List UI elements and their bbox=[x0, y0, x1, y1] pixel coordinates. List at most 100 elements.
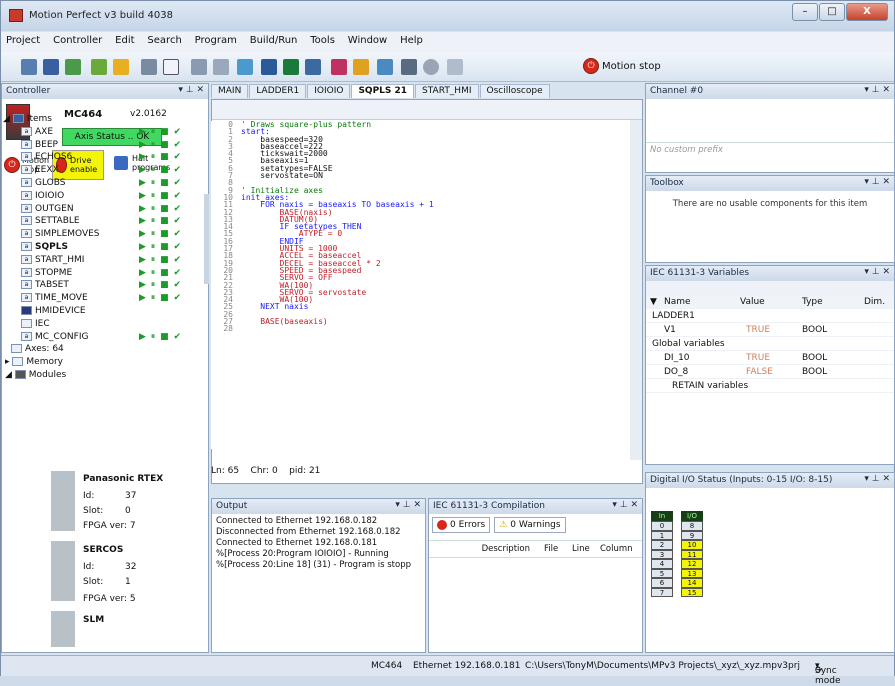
tree-program-item[interactable]: a ECHOS6 ▶ ⏸ ■ ✔ bbox=[3, 151, 199, 164]
tree-iec[interactable]: IEC bbox=[3, 318, 199, 331]
program-state-icons[interactable]: ▶ ⏸ ■ ✔ bbox=[139, 126, 182, 139]
pin-close-icons[interactable]: ▾ ⊥ ✕ bbox=[864, 267, 890, 277]
disconnect-icon[interactable] bbox=[91, 59, 107, 75]
program-state-icons[interactable]: ▶ ⏸ ■ ✔ bbox=[139, 228, 182, 241]
iec-vars-toolbar[interactable] bbox=[646, 281, 894, 295]
pin-close-icons[interactable]: ▾ ⊥ ✕ bbox=[395, 500, 421, 510]
tree-program-item[interactable]: a SIMPLEMOVES ▶ ⏸ ■ ✔ bbox=[3, 228, 199, 241]
tools-icon[interactable] bbox=[237, 59, 253, 75]
menu-edit[interactable]: Edit bbox=[110, 32, 139, 49]
tab-main[interactable]: MAIN bbox=[211, 84, 249, 98]
iec-var-row[interactable]: DO_8 FALSE BOOL bbox=[646, 365, 894, 379]
search-icon[interactable] bbox=[447, 59, 463, 75]
filter-icon[interactable]: ▼ bbox=[650, 295, 657, 309]
col-type[interactable]: Type bbox=[802, 295, 823, 309]
channel-input[interactable]: No custom prefix bbox=[646, 142, 894, 156]
col-name[interactable]: Name bbox=[664, 295, 691, 309]
tree-program-item[interactable]: a START_HMI ▶ ⏸ ■ ✔ bbox=[3, 254, 199, 267]
analog-icon[interactable] bbox=[213, 59, 229, 75]
iec-var-row[interactable]: DI_10 TRUE BOOL bbox=[646, 351, 894, 365]
tab-ladder1[interactable]: LADDER1 bbox=[249, 84, 307, 98]
program-state-icons[interactable]: ▶ ⏸ ■ ✔ bbox=[139, 151, 182, 164]
menu-build-run[interactable]: Build/Run bbox=[245, 32, 303, 49]
oscilloscope-icon[interactable] bbox=[261, 59, 277, 75]
col-line[interactable]: Line bbox=[572, 544, 600, 554]
axis-parameters-icon[interactable] bbox=[113, 59, 129, 75]
minimize-button[interactable]: – bbox=[792, 3, 818, 21]
user-icon[interactable] bbox=[353, 59, 369, 75]
new-project-icon[interactable] bbox=[21, 59, 37, 75]
col-file[interactable]: File bbox=[544, 544, 572, 554]
iec-var-row[interactable]: Global variables bbox=[646, 337, 894, 351]
tab-oscilloscope[interactable]: Oscilloscope bbox=[479, 84, 550, 98]
program-state-icons[interactable]: ▶ ⏸ ■ ✔ bbox=[139, 164, 182, 177]
program-state-icons[interactable]: ▶ ⏸ ■ ✔ bbox=[139, 139, 182, 152]
tree-program-item[interactable]: a IOIOIO ▶ ⏸ ■ ✔ bbox=[3, 190, 199, 203]
pin-close-icons[interactable]: ▾ ⊥ ✕ bbox=[864, 177, 890, 187]
program-state-icons[interactable]: ▶ ⏸ ■ ✔ bbox=[139, 267, 182, 280]
iec-var-row[interactable]: RETAIN variables bbox=[646, 379, 894, 393]
tree-memory[interactable]: ▸ Memory bbox=[3, 356, 199, 369]
pin-close-icons[interactable]: ▾ ⊥ ✕ bbox=[612, 500, 638, 510]
tab-ioioio[interactable]: IOIOIO bbox=[307, 84, 351, 98]
tree-modules[interactable]: ◢ Modules bbox=[3, 369, 199, 382]
tree-program-item[interactable]: a GLOBS ▶ ⏸ ■ ✔ bbox=[3, 177, 199, 190]
io-cell[interactable]: 13 bbox=[681, 568, 703, 578]
io-cell[interactable]: 10 bbox=[681, 540, 703, 550]
tab-sqpls[interactable]: SQPLS 21 bbox=[351, 84, 415, 98]
pin-close-icons[interactable]: ▾ ⊥ ✕ bbox=[178, 85, 204, 95]
tree-program-item[interactable]: a EEXX ▶ ⏸ ■ ✔ bbox=[3, 164, 199, 177]
gear-icon[interactable] bbox=[401, 59, 417, 75]
vr-icon[interactable] bbox=[305, 59, 321, 75]
io-icon[interactable] bbox=[191, 59, 207, 75]
close-button[interactable]: X bbox=[846, 3, 888, 21]
tree-program-item[interactable]: a STOPME ▶ ⏸ ■ ✔ bbox=[3, 267, 199, 280]
terminal-icon[interactable] bbox=[141, 59, 157, 75]
tree-items-node[interactable]: ◢ Items bbox=[3, 113, 199, 126]
pin-close-icons[interactable]: ▾ ⊥ ✕ bbox=[864, 85, 890, 95]
motion-stop-button[interactable]: ⏻ Motion stop bbox=[583, 58, 661, 74]
errors-filter[interactable]: 0 Errors bbox=[432, 517, 491, 533]
network-icon[interactable] bbox=[377, 59, 393, 75]
tab-start-hmi[interactable]: START_HMI bbox=[415, 84, 479, 98]
program-state-icons[interactable]: ▶ ⏸ ■ ✔ bbox=[139, 203, 182, 216]
editor-toolbar[interactable] bbox=[212, 100, 642, 120]
tree-program-item[interactable]: a TABSET ▶ ⏸ ■ ✔ bbox=[3, 279, 199, 292]
menu-tools[interactable]: Tools bbox=[305, 32, 340, 49]
controller-scrollbar[interactable] bbox=[204, 194, 209, 284]
plc-icon[interactable] bbox=[331, 59, 347, 75]
io-cell[interactable]: 11 bbox=[681, 549, 703, 559]
tree-program-item[interactable]: a AXE ▶ ⏸ ■ ✔ bbox=[3, 126, 199, 139]
tree-axes[interactable]: Axes: 64 bbox=[3, 343, 199, 356]
maximize-button[interactable]: □ bbox=[819, 3, 845, 21]
warnings-filter[interactable]: ⚠ 0 Warnings bbox=[494, 517, 566, 533]
window-icon[interactable] bbox=[163, 59, 179, 75]
col-description[interactable]: Description bbox=[429, 544, 544, 554]
code-editor[interactable]: 0 ' Draws square-plus pattern 1 start: 2 bas… bbox=[211, 121, 621, 449]
col-column[interactable]: Column bbox=[600, 544, 633, 554]
sync-mode-button[interactable]: ⟳ Sync mode ▾ bbox=[815, 661, 841, 686]
io-cell[interactable]: 14 bbox=[681, 578, 703, 588]
pin-close-icons[interactable]: ▾ ⊥ ✕ bbox=[864, 474, 890, 484]
program-state-icons[interactable]: ▶ ⏸ ■ ✔ bbox=[139, 292, 182, 305]
program-state-icons[interactable]: ▶ ⏸ ■ ✔ bbox=[139, 279, 182, 292]
help-icon[interactable] bbox=[423, 59, 439, 75]
program-state-icons[interactable]: ▶ ⏸ ■ ✔ bbox=[139, 254, 182, 267]
table-icon[interactable] bbox=[283, 59, 299, 75]
program-state-icons[interactable]: ▶ ⏸ ■ ✔ bbox=[139, 190, 182, 203]
program-state-icons[interactable]: ▶ ⏸ ■ ✔ bbox=[139, 177, 182, 190]
tree-program-item[interactable]: a SQPLS ▶ ⏸ ■ ✔ bbox=[3, 241, 199, 254]
tree-mc-config[interactable]: a MC_CONFIG ▶ ⏸ ■ ✔ bbox=[3, 331, 199, 344]
tree-hmidevice[interactable]: HMIDEVICE bbox=[3, 305, 199, 318]
program-state-icons[interactable]: ▶ ⏸ ■ ✔ bbox=[139, 241, 182, 254]
tree-program-item[interactable]: a OUTGEN ▶ ⏸ ■ ✔ bbox=[3, 203, 199, 216]
io-cell[interactable]: 15 bbox=[681, 587, 703, 597]
tree-program-item[interactable]: a TIME_MOVE ▶ ⏸ ■ ✔ bbox=[3, 292, 199, 305]
menu-project[interactable]: Project bbox=[1, 32, 45, 49]
menu-window[interactable]: Window bbox=[343, 32, 392, 49]
col-value[interactable]: Value bbox=[740, 295, 765, 309]
io-cell[interactable]: 9 bbox=[681, 530, 703, 540]
menu-program[interactable]: Program bbox=[190, 32, 242, 49]
tree-program-item[interactable]: a SETTABLE ▶ ⏸ ■ ✔ bbox=[3, 215, 199, 228]
iec-var-row[interactable]: LADDER1 bbox=[646, 309, 894, 323]
